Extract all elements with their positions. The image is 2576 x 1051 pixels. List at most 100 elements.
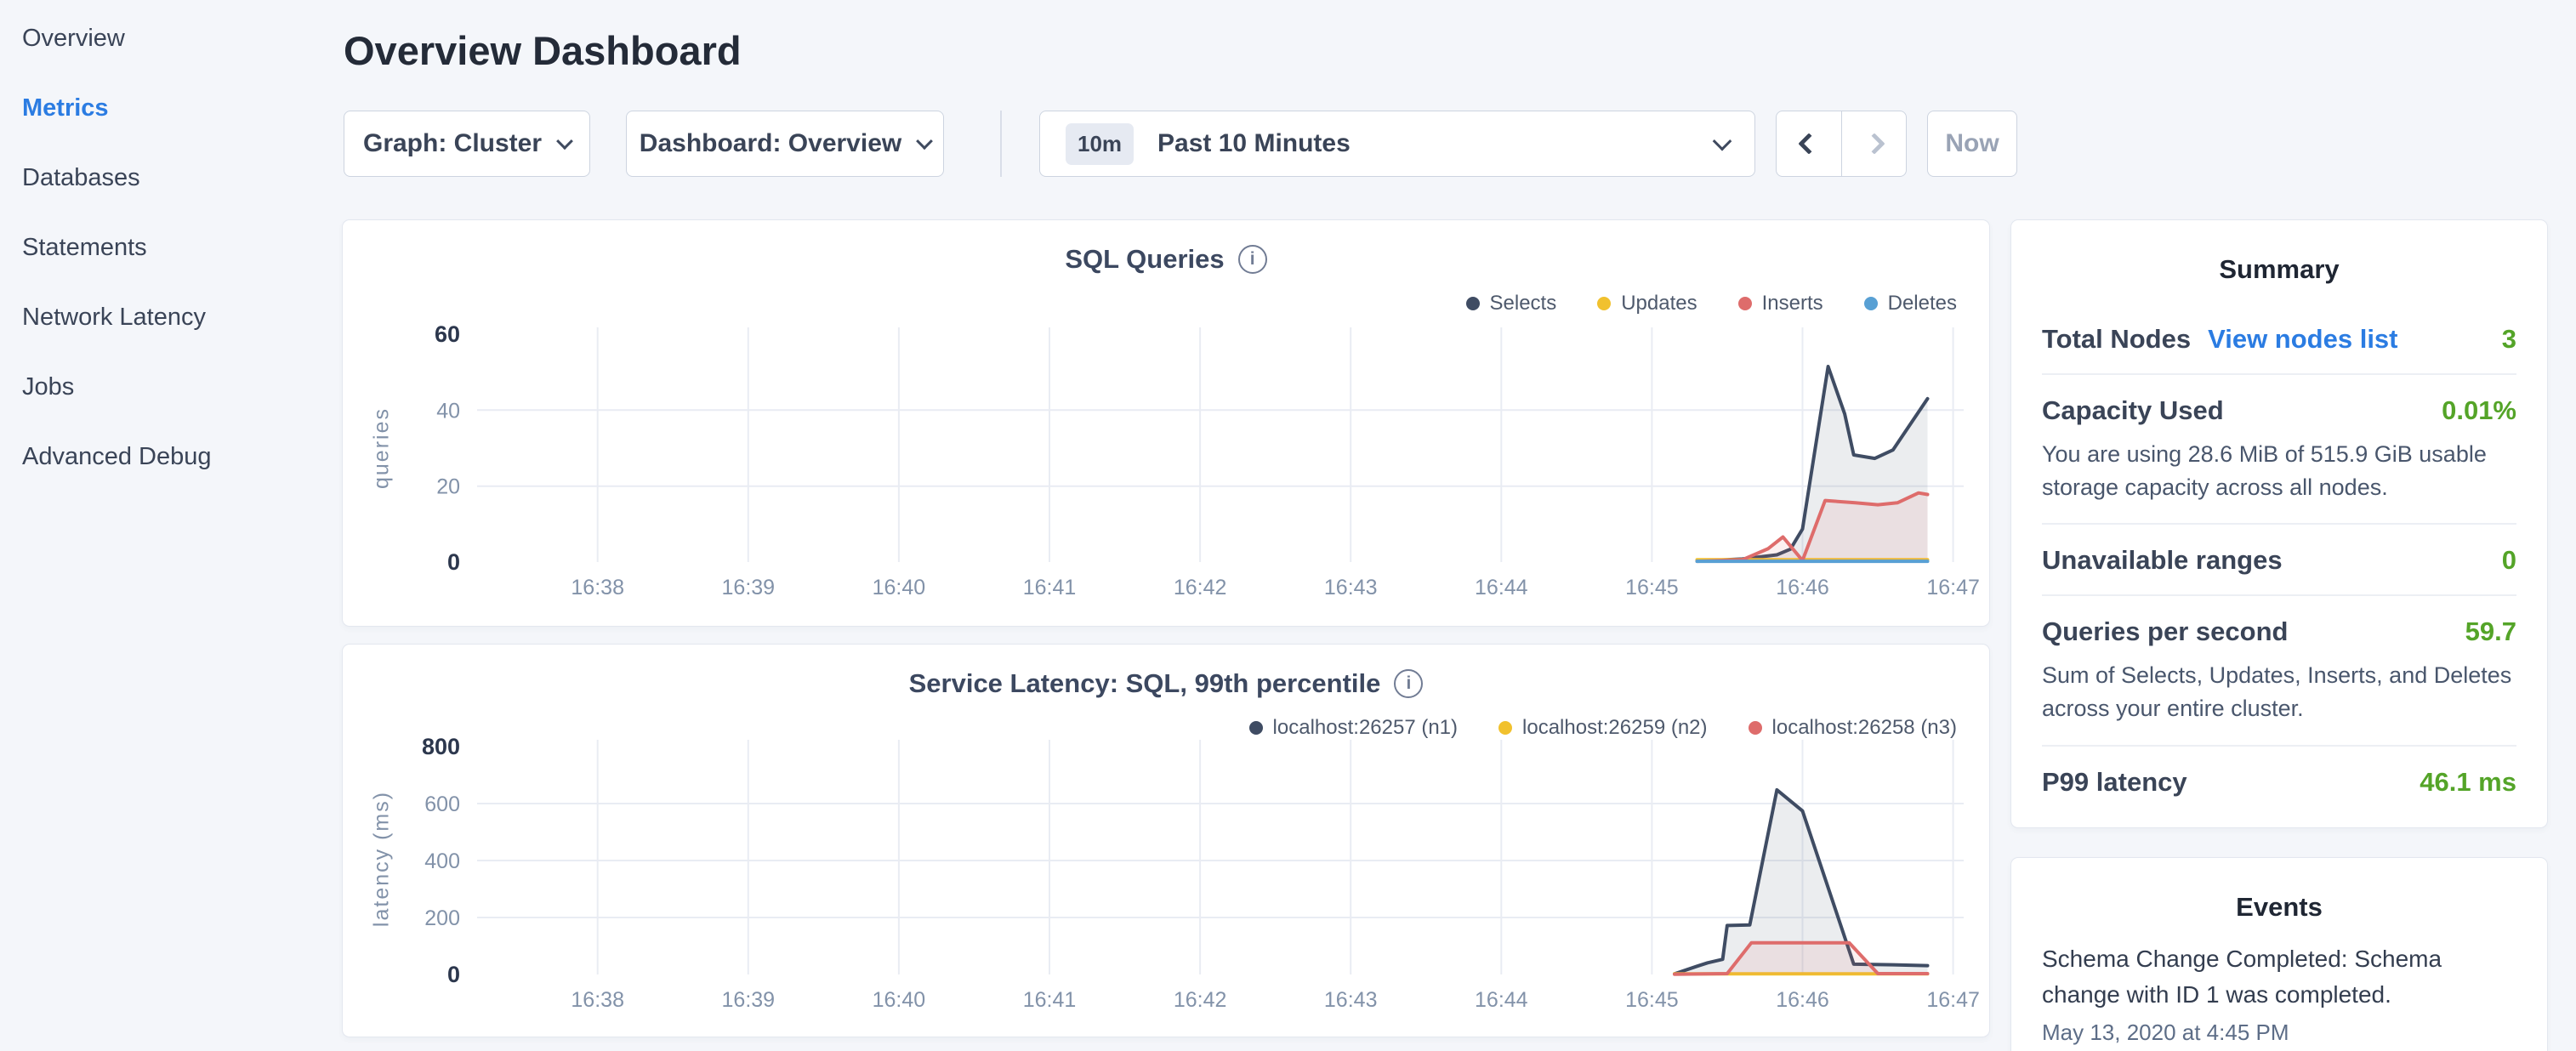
info-icon[interactable] — [1238, 245, 1267, 274]
summary-title: Summary — [2042, 254, 2516, 285]
queries-per-second-value: 59.7 — [2465, 616, 2516, 647]
svg-text:0: 0 — [447, 962, 460, 987]
time-range-dropdown[interactable]: 10m Past 10 Minutes — [1039, 111, 1755, 177]
dashboard-selector-label: Dashboard: Overview — [640, 129, 901, 158]
svg-text:20: 20 — [436, 475, 460, 499]
summary-panel: Summary Total Nodes View nodes list 3 Ca… — [2010, 219, 2548, 828]
chevron-left-icon — [1798, 133, 1819, 154]
graph-selector-dropdown[interactable]: Graph: Cluster — [344, 111, 590, 177]
queries-per-second-label: Queries per second — [2042, 616, 2288, 647]
svg-text:400: 400 — [424, 849, 460, 873]
legend-dot-icon — [1498, 721, 1512, 735]
svg-text:16:45: 16:45 — [1625, 988, 1679, 1012]
svg-text:16:44: 16:44 — [1475, 576, 1528, 599]
sidebar: OverviewMetricsDatabasesStatementsNetwor… — [0, 0, 340, 491]
chart-legend: Selects Updates Inserts Deletes — [1466, 292, 1958, 315]
legend-dot-icon — [1597, 297, 1611, 310]
info-icon[interactable] — [1394, 669, 1423, 698]
svg-text:16:46: 16:46 — [1776, 988, 1829, 1012]
sidebar-item-statements[interactable]: Statements — [22, 213, 340, 282]
legend-item[interactable]: Inserts — [1738, 292, 1823, 315]
legend-label: Inserts — [1762, 292, 1823, 315]
svg-text:16:38: 16:38 — [571, 576, 624, 599]
sql-queries-chart-plot[interactable]: 16:38 16:39 16:40 16:41 16:42 16:43 16:44 16:45… — [343, 322, 1991, 603]
svg-text:200: 200 — [424, 906, 460, 930]
svg-text:16:42: 16:42 — [1174, 576, 1227, 599]
sidebar-item-overview[interactable]: Overview — [22, 3, 340, 73]
legend-item[interactable]: Selects — [1466, 292, 1557, 315]
svg-text:16:42: 16:42 — [1174, 988, 1227, 1012]
svg-text:800: 800 — [422, 735, 460, 759]
legend-label: Selects — [1490, 292, 1557, 315]
legend-dot-icon — [1738, 297, 1752, 310]
events-panel: Events Schema Change Completed: Schema c… — [2010, 857, 2548, 1051]
unavailable-ranges-label: Unavailable ranges — [2042, 545, 2283, 576]
legend-dot-icon — [1249, 721, 1263, 735]
svg-text:16:46: 16:46 — [1776, 576, 1829, 599]
svg-text:40: 40 — [436, 399, 460, 423]
svg-text:16:47: 16:47 — [1926, 576, 1980, 599]
svg-text:0: 0 — [447, 549, 460, 575]
p99-latency-label: P99 latency — [2042, 767, 2187, 798]
svg-text:16:38: 16:38 — [571, 988, 624, 1012]
svg-text:16:44: 16:44 — [1475, 988, 1528, 1012]
event-message: Schema Change Completed: Schema change w… — [2042, 941, 2516, 1013]
legend-label: Updates — [1621, 292, 1697, 315]
sidebar-item-metrics[interactable]: Metrics — [22, 73, 340, 143]
svg-text:16:39: 16:39 — [722, 988, 776, 1012]
dashboard-selector-dropdown[interactable]: Dashboard: Overview — [626, 111, 944, 177]
capacity-used-value: 0.01% — [2442, 395, 2516, 426]
legend-dot-icon — [1466, 297, 1480, 310]
sidebar-item-advanced-debug[interactable]: Advanced Debug — [22, 422, 340, 491]
legend-dot-icon — [1749, 721, 1762, 735]
svg-text:16:40: 16:40 — [873, 988, 926, 1012]
controls-divider — [1000, 111, 1002, 177]
sidebar-item-jobs[interactable]: Jobs — [22, 352, 340, 422]
legend-dot-icon — [1864, 297, 1878, 310]
capacity-used-label: Capacity Used — [2042, 395, 2224, 426]
sidebar-item-network-latency[interactable]: Network Latency — [22, 282, 340, 352]
svg-text:16:40: 16:40 — [873, 576, 926, 599]
svg-text:16:45: 16:45 — [1625, 576, 1679, 599]
svg-text:16:41: 16:41 — [1023, 988, 1077, 1012]
service-latency-chart-plot[interactable]: 16:38 16:39 16:40 16:41 16:42 16:43 16:44 16:45… — [343, 735, 1991, 1015]
previous-timeframe-button[interactable] — [1777, 111, 1841, 176]
total-nodes-label: Total Nodes — [2042, 324, 2191, 355]
legend-item[interactable]: Deletes — [1864, 292, 1957, 315]
total-nodes-value: 3 — [2502, 324, 2516, 355]
legend-label: Deletes — [1888, 292, 1957, 315]
now-button[interactable]: Now — [1927, 111, 2017, 177]
view-nodes-list-link[interactable]: View nodes list — [2208, 324, 2397, 355]
event-timestamp: May 13, 2020 at 4:45 PM — [2042, 1020, 2516, 1046]
unavailable-ranges-value: 0 — [2502, 545, 2516, 576]
svg-text:16:43: 16:43 — [1324, 988, 1378, 1012]
graph-selector-label: Graph: Cluster — [363, 129, 542, 158]
sidebar-item-databases[interactable]: Databases — [22, 143, 340, 213]
chevron-right-icon — [1863, 133, 1885, 154]
legend-item[interactable]: Updates — [1597, 292, 1697, 315]
time-pager — [1776, 111, 1907, 177]
sql-queries-chart-card: SQL Queries Selects Updates Inserts Deletes… — [342, 219, 1990, 627]
service-latency-chart-card: Service Latency: SQL, 99th percentile lo… — [342, 644, 1990, 1037]
time-range-label: Past 10 Minutes — [1157, 129, 1351, 158]
capacity-used-description: You are using 28.6 MiB of 515.9 GiB usab… — [2042, 438, 2516, 504]
next-timeframe-button[interactable] — [1841, 111, 1906, 176]
queries-per-second-description: Sum of Selects, Updates, Inserts, and De… — [2042, 659, 2516, 725]
chevron-down-icon — [1713, 132, 1732, 151]
p99-latency-value: 46.1 ms — [2420, 767, 2516, 798]
chevron-down-icon — [916, 133, 933, 150]
svg-text:16:41: 16:41 — [1023, 576, 1077, 599]
chart-title: Service Latency: SQL, 99th percentile — [909, 668, 1381, 699]
svg-text:600: 600 — [424, 793, 460, 816]
svg-text:16:43: 16:43 — [1324, 576, 1378, 599]
events-title: Events — [2042, 892, 2516, 923]
svg-text:16:39: 16:39 — [722, 576, 776, 599]
page-title: Overview Dashboard — [344, 27, 742, 74]
event-list-item[interactable]: Schema Change Completed: Schema change w… — [2042, 941, 2516, 1046]
chevron-down-icon — [556, 133, 573, 150]
time-range-badge: 10m — [1066, 123, 1134, 165]
chart-title: SQL Queries — [1065, 244, 1224, 275]
svg-text:60: 60 — [435, 322, 460, 347]
controls-bar: Graph: Cluster Dashboard: Overview 10m P… — [344, 111, 2017, 177]
svg-text:16:47: 16:47 — [1926, 988, 1980, 1012]
